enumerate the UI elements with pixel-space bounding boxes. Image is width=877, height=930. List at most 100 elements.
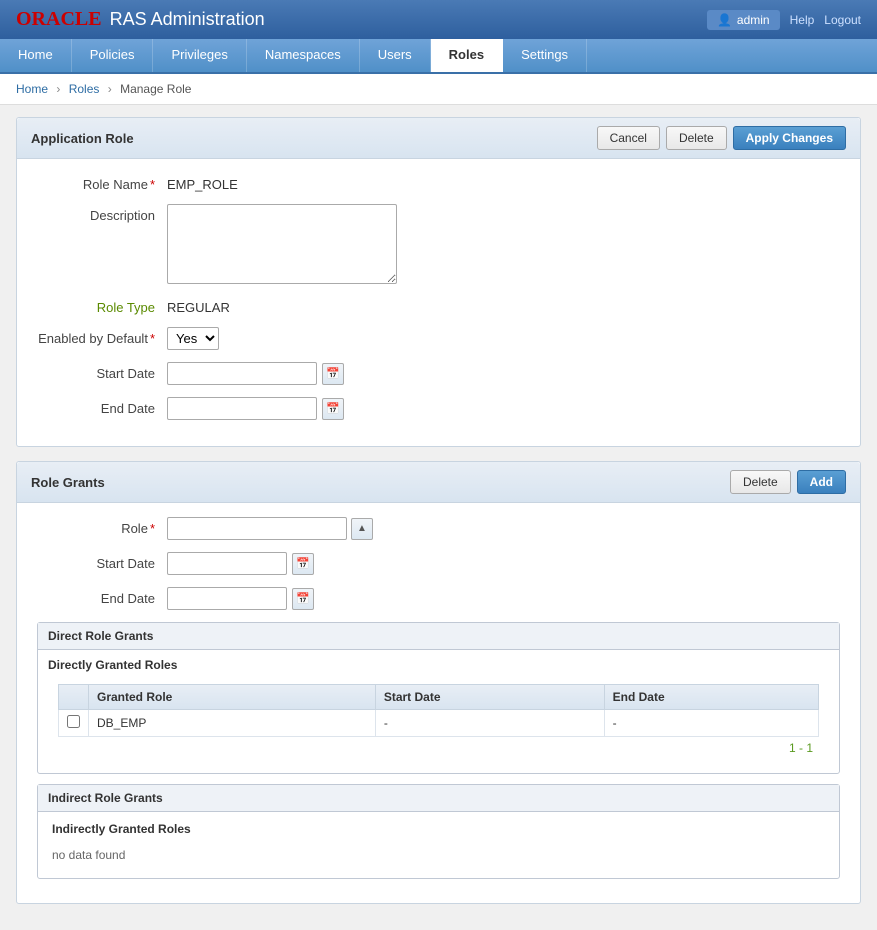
application-role-title: Application Role [31,131,134,146]
role-grants-body: Role* ▲ Start Date 📅 End Date [17,503,860,903]
start-date-input[interactable] [167,362,317,385]
cancel-button[interactable]: Cancel [597,126,660,150]
role-input-container: ▲ [167,517,373,540]
description-textarea[interactable] [167,204,397,284]
tab-users[interactable]: Users [360,39,431,72]
no-data-label: no data found [52,842,825,868]
enabled-default-select[interactable]: Yes No [167,327,219,350]
role-type-label: Role Type [37,296,167,315]
required-marker: * [150,177,155,192]
tab-roles[interactable]: Roles [431,39,503,72]
person-icon: 👤 [717,13,732,27]
logo-area: ORACLE RAS Administration [16,8,265,31]
end-date-row: End Date 📅 [37,397,840,420]
start-date-label: Start Date [37,362,167,381]
direct-role-grants-title: Direct Role Grants [38,623,839,650]
indirect-grants-body: Indirectly Granted Roles no data found [38,812,839,878]
tab-policies[interactable]: Policies [72,39,154,72]
navigation: Home Policies Privileges Namespaces User… [0,39,877,74]
enabled-default-row: Enabled by Default* Yes No [37,327,840,350]
granted-role-cell: DB_EMP [89,710,376,737]
header-actions: 👤 admin Help Logout [707,10,861,30]
end-date-calendar-icon[interactable]: 📅 [322,398,344,420]
oracle-logo: ORACLE [16,8,102,31]
grants-end-date-container: 📅 [167,587,314,610]
start-date-row: Start Date 📅 [37,362,840,385]
description-label: Description [37,204,167,223]
directly-granted-title: Directly Granted Roles [48,658,829,672]
logout-link[interactable]: Logout [824,13,861,27]
directly-granted-table-container: Granted Role Start Date End Date [48,678,829,765]
tab-namespaces[interactable]: Namespaces [247,39,360,72]
role-name-value: EMP_ROLE [167,173,238,192]
end-date-input[interactable] [167,397,317,420]
description-row: Description [37,204,840,284]
required-marker-3: * [150,521,155,536]
tab-privileges[interactable]: Privileges [153,39,246,72]
grants-role-input[interactable] [167,517,347,540]
grants-start-date-label: Start Date [37,552,167,571]
row-checkbox-cell [59,710,89,737]
apply-changes-button[interactable]: Apply Changes [733,126,846,150]
col-checkbox [59,685,89,710]
help-link[interactable]: Help [790,13,815,27]
role-grants-add-button[interactable]: Add [797,470,846,494]
directly-granted-table: Granted Role Start Date End Date [58,684,819,737]
grants-start-date-container: 📅 [167,552,314,575]
role-grants-title: Role Grants [31,475,105,490]
tab-settings[interactable]: Settings [503,39,587,72]
application-role-panel: Application Role Cancel Delete Apply Cha… [16,117,861,447]
start-date-calendar-icon[interactable]: 📅 [322,363,344,385]
breadcrumb-sep-1: › [56,82,60,96]
granted-start-date-cell: - [375,710,604,737]
grants-end-date-row: End Date 📅 [37,587,840,610]
role-name-label: Role Name* [37,173,167,192]
indirect-role-grants-panel: Indirect Role Grants Indirectly Granted … [37,784,840,879]
col-end-date: End Date [604,685,818,710]
grants-end-calendar-icon[interactable]: 📅 [292,588,314,610]
role-grants-delete-button[interactable]: Delete [730,470,791,494]
table-row: DB_EMP - - [59,710,819,737]
grants-end-date-label: End Date [37,587,167,606]
direct-role-grants-panel: Direct Role Grants Directly Granted Role… [37,622,840,774]
grants-role-label: Role* [37,517,167,536]
start-date-container: 📅 [167,362,344,385]
role-type-value: REGULAR [167,296,230,315]
direct-grants-pagination: 1 - 1 [58,737,819,759]
delete-button[interactable]: Delete [666,126,727,150]
role-type-row: Role Type REGULAR [37,296,840,315]
row-checkbox[interactable] [67,715,80,728]
grants-end-date-input[interactable] [167,587,287,610]
role-name-row: Role Name* EMP_ROLE [37,173,840,192]
col-granted-role: Granted Role [89,685,376,710]
direct-grants-body: Directly Granted Roles Granted Role Star… [38,650,839,773]
user-badge: 👤 admin [707,10,780,30]
grants-role-row: Role* ▲ [37,517,840,540]
application-role-actions: Cancel Delete Apply Changes [597,126,846,150]
application-role-header: Application Role Cancel Delete Apply Cha… [17,118,860,159]
breadcrumb-home[interactable]: Home [16,82,48,96]
role-grants-panel: Role Grants Delete Add Role* ▲ Start Dat… [16,461,861,904]
breadcrumb-roles[interactable]: Roles [69,82,100,96]
breadcrumb-sep-2: › [108,82,112,96]
grants-start-calendar-icon[interactable]: 📅 [292,553,314,575]
role-lookup-button[interactable]: ▲ [351,518,373,540]
end-date-container: 📅 [167,397,344,420]
application-role-body: Role Name* EMP_ROLE Description Role Typ… [17,159,860,446]
breadcrumb: Home › Roles › Manage Role [0,74,877,105]
grants-start-date-row: Start Date 📅 [37,552,840,575]
indirect-role-grants-title: Indirect Role Grants [38,785,839,812]
end-date-label: End Date [37,397,167,416]
role-grants-actions: Delete Add [730,470,846,494]
required-marker-2: * [150,331,155,346]
enabled-default-label: Enabled by Default* [37,327,167,346]
grants-start-date-input[interactable] [167,552,287,575]
tab-home[interactable]: Home [0,39,72,72]
username-label: admin [737,13,770,27]
granted-end-date-cell: - [604,710,818,737]
col-start-date: Start Date [375,685,604,710]
indirectly-granted-title: Indirectly Granted Roles [52,822,825,836]
breadcrumb-current: Manage Role [120,82,191,96]
app-title: RAS Administration [110,9,265,30]
main-content: Application Role Cancel Delete Apply Cha… [0,105,877,930]
